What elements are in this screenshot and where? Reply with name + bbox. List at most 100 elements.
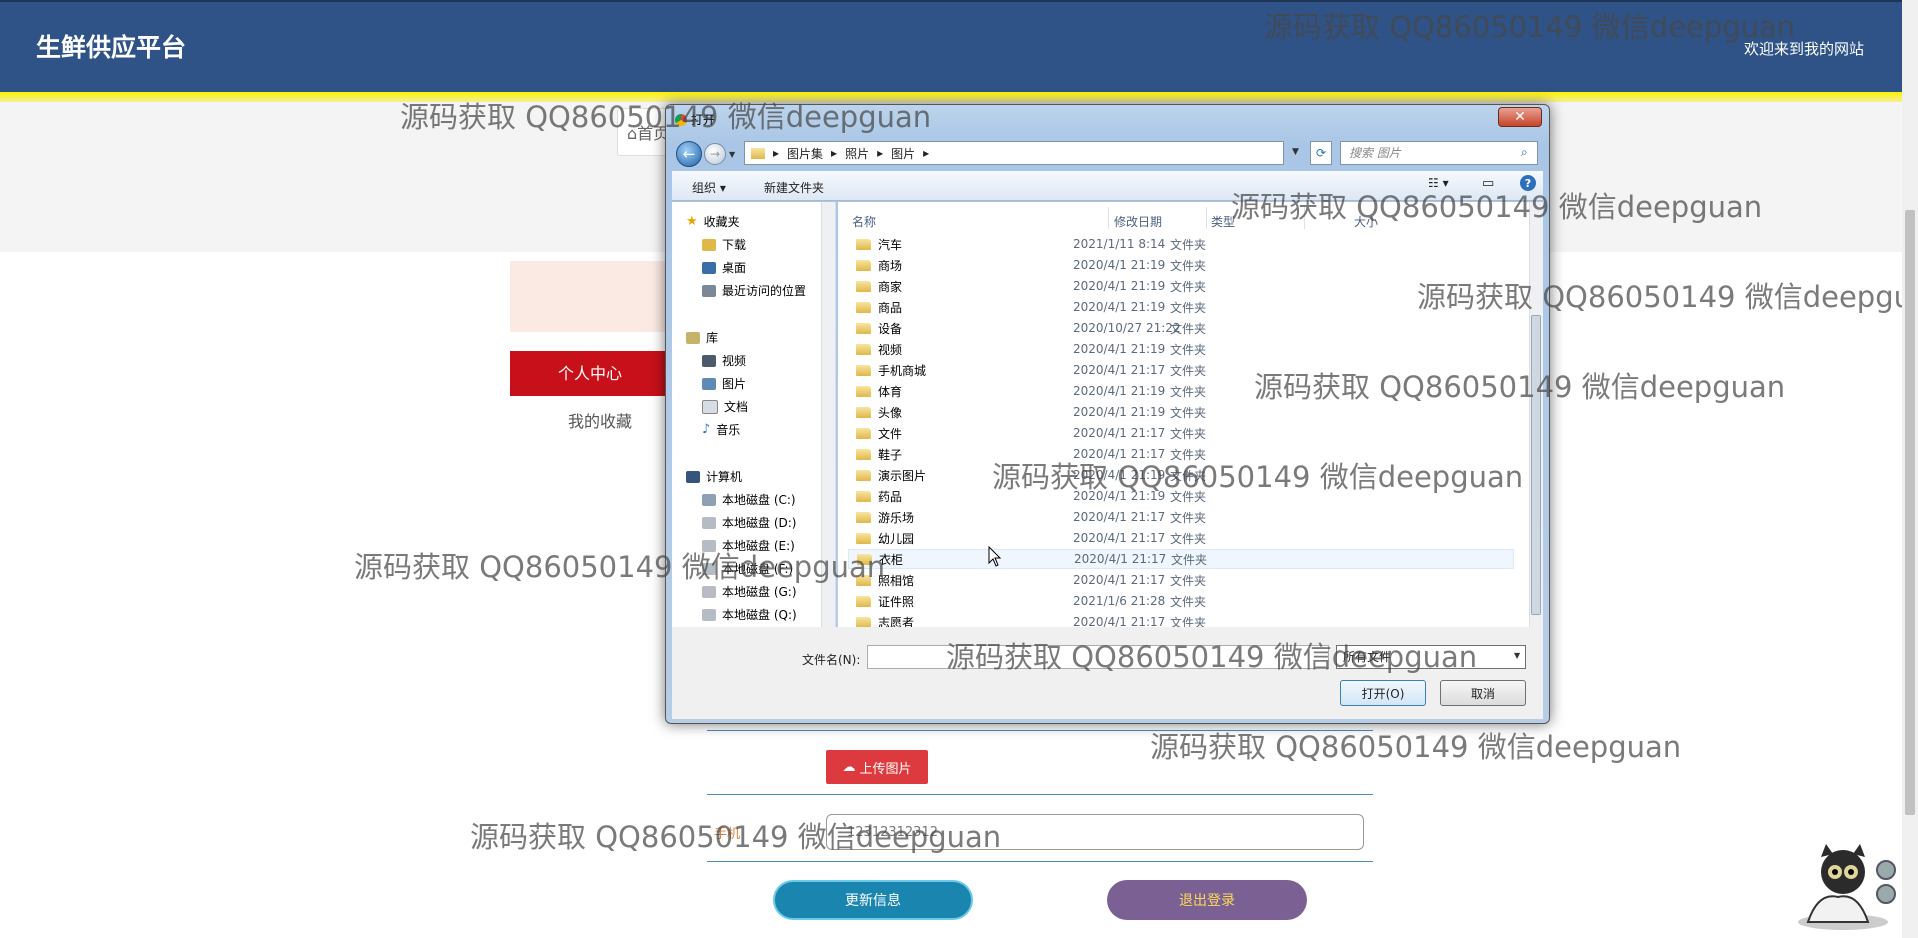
close-button[interactable]: ✕ xyxy=(1498,107,1542,127)
nav-drive-c[interactable]: 本地磁盘 (C:) xyxy=(702,491,796,508)
nav-drive-q[interactable]: 本地磁盘 (Q:) xyxy=(702,606,797,623)
phone-input[interactable]: 12312312312 xyxy=(826,814,1364,850)
breadcrumb-separator: ▸ xyxy=(877,146,884,160)
chrome-icon xyxy=(675,113,687,126)
nav-home-link[interactable]: ⌂首页 xyxy=(627,120,669,144)
address-dropdown-icon[interactable]: ▼ xyxy=(1292,147,1299,157)
column-header-size[interactable]: 大小 xyxy=(1354,213,1378,230)
nav-recent[interactable]: 最近访问的位置 xyxy=(702,282,806,299)
breadcrumb-item[interactable]: 图片集 xyxy=(787,145,823,162)
file-row[interactable]: 汽车 2021/1/11 8:14 文件夹 xyxy=(848,234,1514,254)
breadcrumb-separator: ▸ xyxy=(831,146,838,160)
folder-icon xyxy=(856,364,871,376)
nav-drive-d[interactable]: 本地磁盘 (D:) xyxy=(702,514,796,531)
file-row-hovered[interactable]: 衣柜 2020/4/1 21:17 文件夹 xyxy=(848,549,1514,569)
column-header-name[interactable]: 名称 xyxy=(852,213,876,230)
upload-image-button[interactable]: ☁ 上传图片 xyxy=(826,750,928,784)
sidebar-item-personal-center[interactable]: 个人中心 xyxy=(510,351,670,396)
mascot-widget[interactable] xyxy=(1788,842,1898,932)
forward-button[interactable]: → xyxy=(704,143,726,165)
cloud-upload-icon: ☁ xyxy=(842,759,856,775)
file-row[interactable]: 药品 2020/4/1 21:19 文件夹 xyxy=(848,486,1514,506)
file-row[interactable]: 照相馆 2020/4/1 21:17 文件夹 xyxy=(848,570,1514,590)
page-scrollbar-thumb[interactable] xyxy=(1905,210,1915,815)
nav-documents[interactable]: 文档 xyxy=(702,398,748,415)
file-row[interactable]: 文件 2020/4/1 21:17 文件夹 xyxy=(848,423,1514,443)
nav-desktop[interactable]: 桌面 xyxy=(702,259,746,276)
view-options-icon[interactable]: ☷ ▾ xyxy=(1428,176,1449,190)
top-navbar xyxy=(0,0,1902,92)
sidebar-item-favorites[interactable]: 我的收藏 xyxy=(510,408,690,432)
column-separator[interactable] xyxy=(1206,207,1207,229)
file-row[interactable]: 头像 2020/4/1 21:19 文件夹 xyxy=(848,402,1514,422)
dialog-title-text: 打开 xyxy=(691,113,716,127)
file-row[interactable]: 演示图片 2020/4/1 21:19 文件夹 xyxy=(848,465,1514,485)
folder-icon xyxy=(856,259,871,271)
folder-icon xyxy=(857,553,872,565)
file-row[interactable]: 手机商城 2020/4/1 21:17 文件夹 xyxy=(848,360,1514,380)
nav-music[interactable]: ♪ 音乐 xyxy=(702,421,740,438)
file-row[interactable]: 设备 2020/10/27 21:22 文件夹 xyxy=(848,318,1514,338)
drive-icon xyxy=(702,608,716,621)
folder-icon xyxy=(856,322,871,334)
refresh-button[interactable]: ⟳ xyxy=(1310,141,1332,165)
file-type-filter[interactable]: 所有文件 xyxy=(1336,645,1526,669)
site-brand[interactable]: 生鲜供应平台 xyxy=(36,28,186,64)
nav-drive-g[interactable]: 本地磁盘 (G:) xyxy=(702,583,797,600)
drive-icon xyxy=(702,516,716,529)
column-separator[interactable] xyxy=(1304,207,1305,229)
breadcrumb-item[interactable]: 图片 xyxy=(891,145,915,162)
breadcrumb-item[interactable]: 照片 xyxy=(845,145,869,162)
nav-videos[interactable]: 视频 xyxy=(702,352,746,369)
file-row[interactable]: 证件照 2021/1/6 21:28 文件夹 xyxy=(848,591,1514,611)
update-info-button[interactable]: 更新信息 xyxy=(773,880,973,920)
breadcrumb-separator: ▸ xyxy=(773,146,780,160)
recent-places-icon xyxy=(702,284,716,297)
file-row[interactable]: 体育 2020/4/1 21:19 文件夹 xyxy=(848,381,1514,401)
nav-computer[interactable]: 计算机 xyxy=(686,468,742,485)
new-folder-button[interactable]: 新建文件夹 xyxy=(764,179,824,196)
nav-favorites[interactable]: ★ 收藏夹 xyxy=(686,213,740,230)
nav-drive-e[interactable]: 本地磁盘 (E:) xyxy=(702,537,795,554)
organize-menu[interactable]: 组织 ▾ xyxy=(692,179,726,196)
folder-icon xyxy=(856,280,871,292)
file-row[interactable]: 视频 2020/4/1 21:19 文件夹 xyxy=(848,339,1514,359)
drive-icon xyxy=(702,493,716,506)
column-header-type[interactable]: 类型 xyxy=(1211,213,1235,230)
open-button[interactable]: 打开(O) xyxy=(1340,680,1426,706)
address-bar[interactable]: ▸ 图片集 ▸ 照片 ▸ 图片 ▸ xyxy=(744,141,1284,165)
logout-button[interactable]: 退出登录 xyxy=(1107,880,1307,920)
nav-downloads[interactable]: 下载 xyxy=(702,236,746,253)
filename-label: 文件名(N): xyxy=(802,653,861,667)
file-open-dialog[interactable]: 打开 ✕ ← → ▼ ▸ 图片集 ▸ 照片 ▸ 图片 ▸ ▼ ⟳ 搜索 图片 ⌕… xyxy=(665,104,1550,724)
folder-icon xyxy=(856,385,871,397)
folder-icon xyxy=(856,595,871,607)
form-divider xyxy=(707,794,1373,795)
file-row[interactable]: 商品 2020/4/1 21:19 文件夹 xyxy=(848,297,1514,317)
search-input[interactable]: 搜索 图片 xyxy=(1340,141,1538,165)
file-row[interactable]: 商场 2020/4/1 21:19 文件夹 xyxy=(848,255,1514,275)
nav-libraries[interactable]: 库 xyxy=(686,329,718,346)
file-row[interactable]: 幼儿园 2020/4/1 21:17 文件夹 xyxy=(848,528,1514,548)
preview-pane-icon[interactable]: ▭ xyxy=(1482,176,1494,191)
file-row[interactable]: 商家 2020/4/1 21:19 文件夹 xyxy=(848,276,1514,296)
filename-input[interactable] xyxy=(867,645,1329,669)
navigation-scrollbar[interactable] xyxy=(821,202,835,627)
desktop-icon xyxy=(702,261,716,274)
file-list-scrollbar-thumb[interactable] xyxy=(1531,315,1541,615)
folder-icon xyxy=(856,469,871,481)
file-row[interactable]: 游乐场 2020/4/1 21:17 文件夹 xyxy=(848,507,1514,527)
history-dropdown-icon[interactable]: ▼ xyxy=(729,150,735,159)
search-icon[interactable]: ⌕ xyxy=(1521,145,1528,160)
help-icon[interactable]: ? xyxy=(1520,175,1536,191)
folder-icon xyxy=(856,343,871,355)
column-header-date[interactable]: 修改日期 xyxy=(1114,213,1162,230)
sidebar-header-box xyxy=(510,261,670,332)
nav-drive-f[interactable]: 本地磁盘 (F:) xyxy=(702,560,793,577)
chevron-down-icon[interactable]: ▼ xyxy=(1514,651,1520,660)
file-row[interactable]: 鞋子 2020/4/1 21:17 文件夹 xyxy=(848,444,1514,464)
cancel-button[interactable]: 取消 xyxy=(1440,680,1526,706)
nav-pictures[interactable]: 图片 xyxy=(702,375,746,392)
column-separator[interactable] xyxy=(1108,207,1109,229)
back-button[interactable]: ← xyxy=(676,141,702,167)
